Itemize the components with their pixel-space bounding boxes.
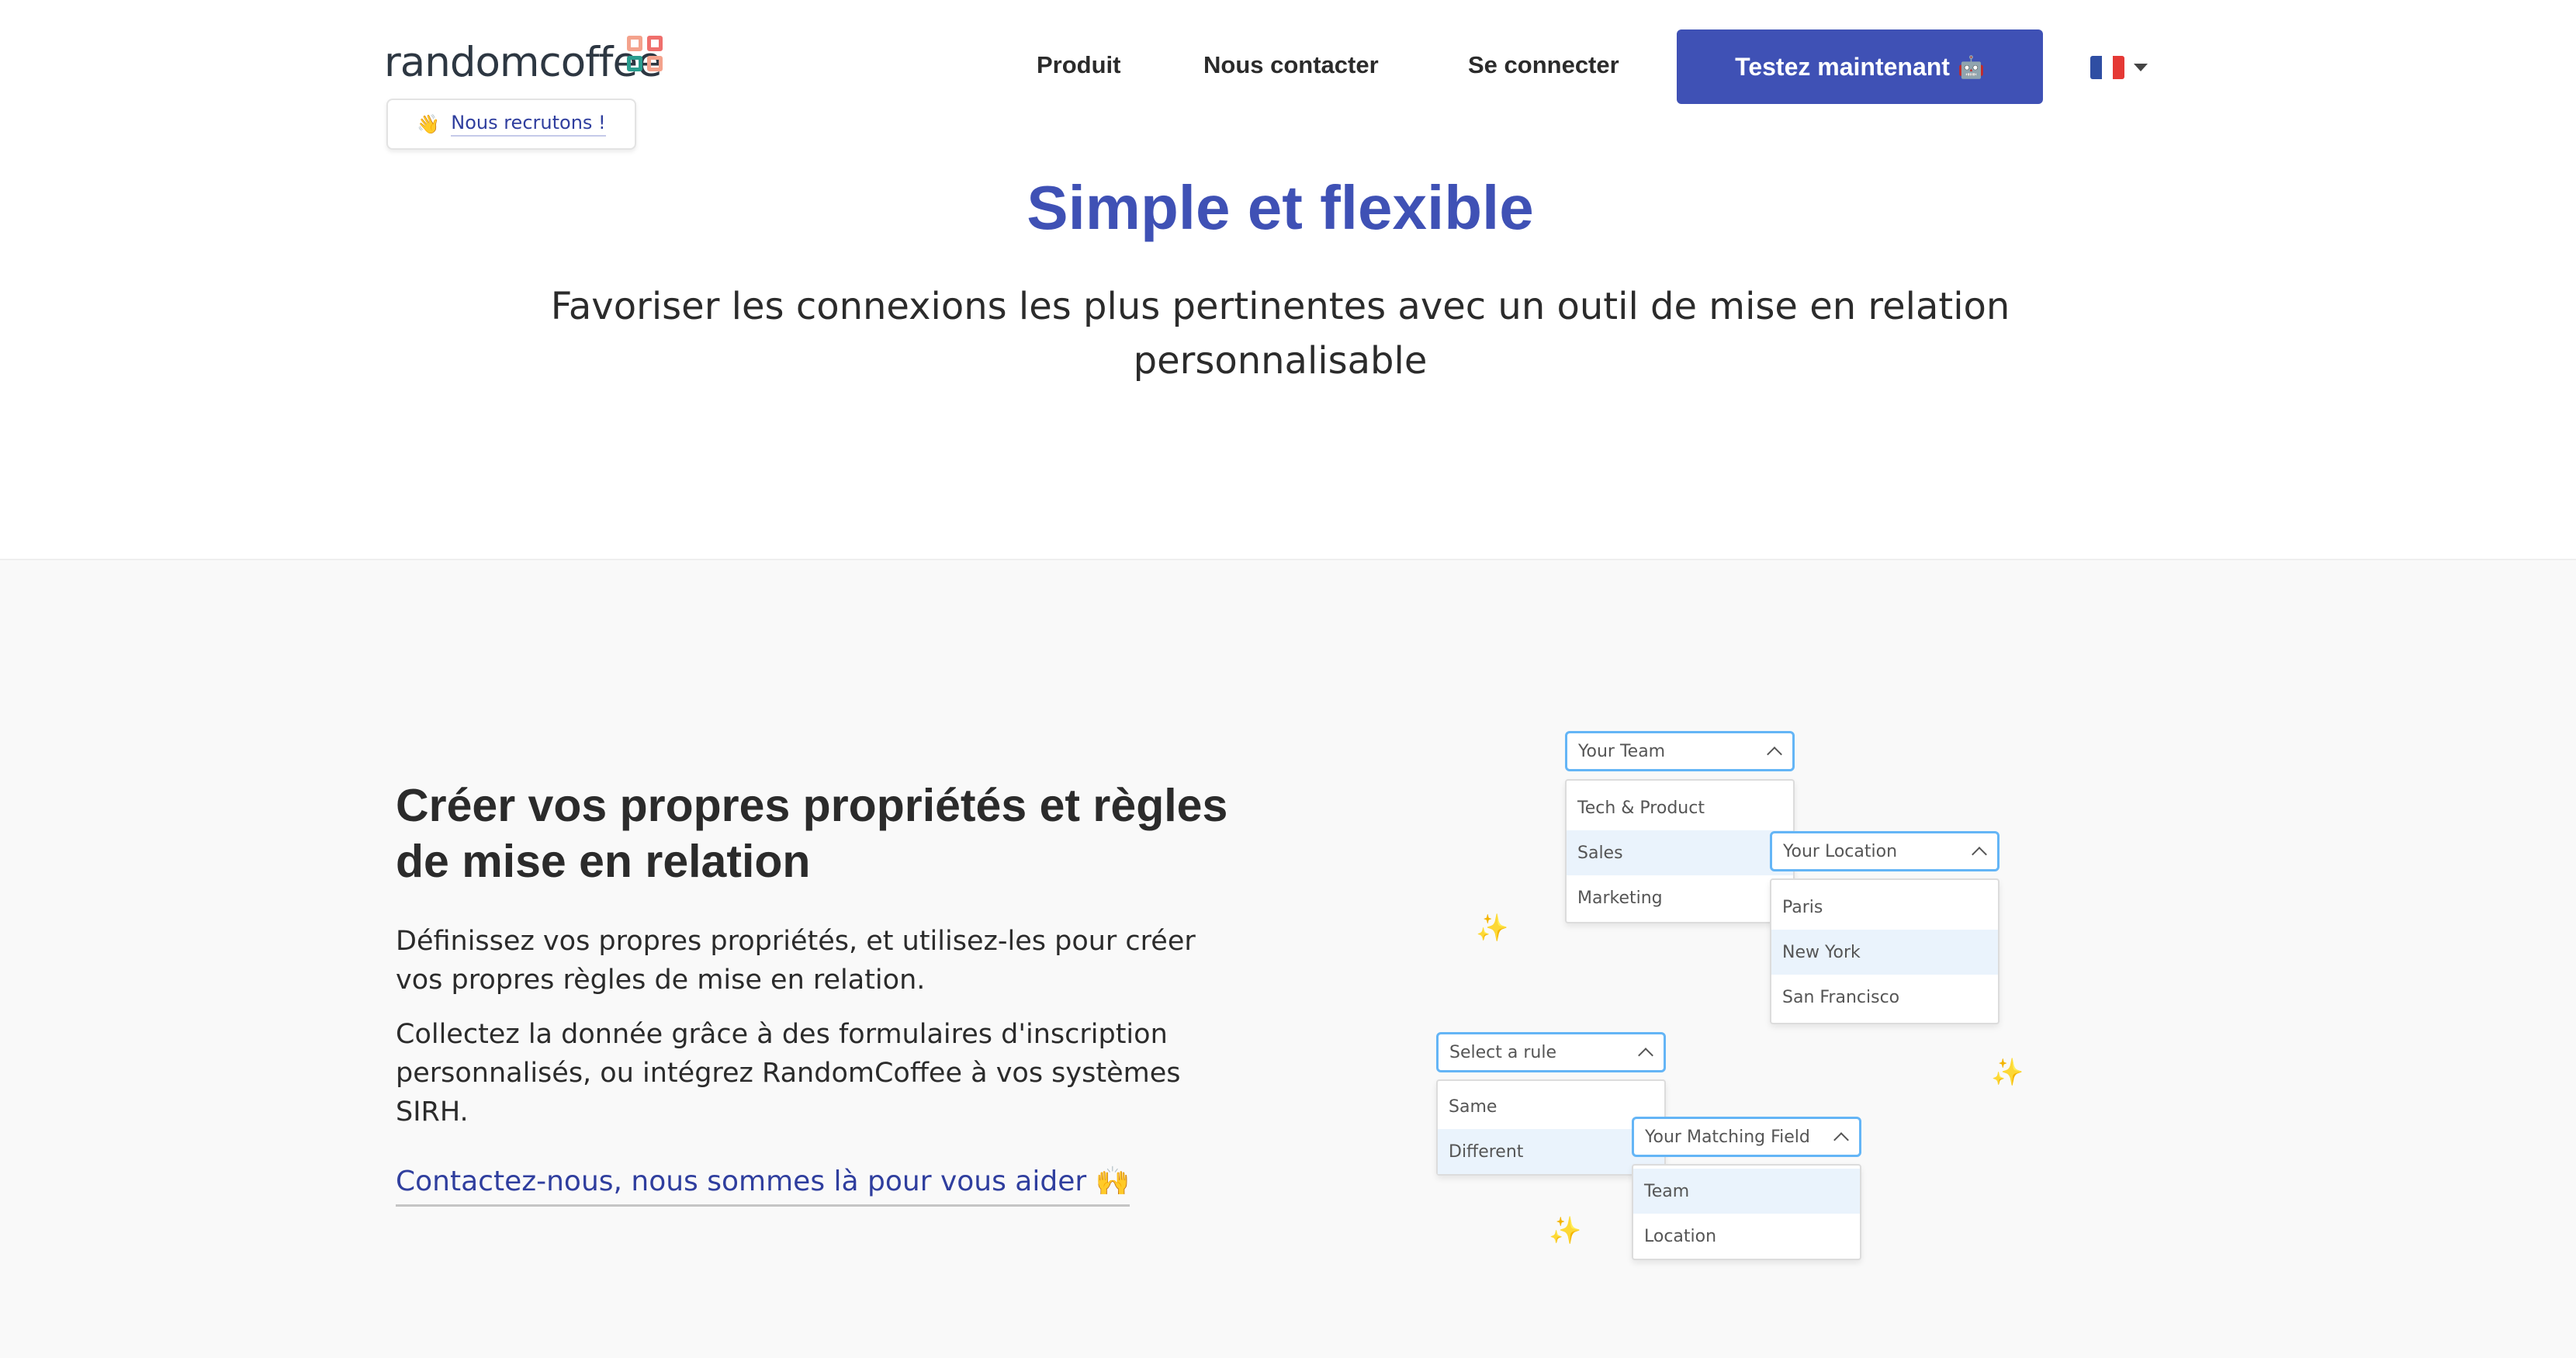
language-caret-icon[interactable] — [2134, 64, 2148, 71]
hero-title: Simple et flexible — [1027, 173, 1534, 242]
sparkle-icon: ✨ — [1476, 913, 1509, 944]
team-option[interactable]: Tech & Product — [1567, 785, 1793, 830]
chevron-up-icon — [1972, 847, 1987, 862]
location-option[interactable]: San Francisco — [1771, 975, 1998, 1020]
logo-icon — [627, 36, 672, 81]
hero-subtitle: Favoriser les connexions les plus pertin… — [550, 285, 2010, 383]
location-option[interactable]: Paris — [1771, 885, 1998, 930]
team-option[interactable]: Marketing — [1567, 875, 1793, 920]
chevron-up-icon — [1638, 1048, 1653, 1063]
feature-paragraph-2: Collectez la donnée grâce à des formulai… — [396, 1019, 1181, 1128]
feature-section — [0, 559, 2576, 1358]
rule-option[interactable]: Same — [1438, 1084, 1664, 1129]
team-dropdown[interactable]: Your Team — [1565, 731, 1795, 771]
matching-field-options: Team Location — [1632, 1164, 1861, 1260]
nav-login[interactable]: Se connecter — [1468, 51, 1619, 79]
try-now-label: Testez maintenant — [1735, 52, 1950, 81]
location-options: Paris New York San Francisco — [1770, 878, 2000, 1024]
contact-link[interactable]: Contactez-nous, nous sommes là pour vous… — [396, 1162, 1130, 1207]
rule-dropdown-label: Select a rule — [1449, 1042, 1556, 1062]
sparkle-icon: ✨ — [1549, 1215, 1582, 1246]
sparkle-icon: ✨ — [1991, 1057, 2024, 1088]
waving-hand-icon: 👋 — [417, 113, 441, 135]
nav-contact[interactable]: Nous contacter — [1203, 51, 1379, 79]
team-option-selected[interactable]: Sales — [1567, 830, 1793, 875]
nav-produit[interactable]: Produit — [1037, 51, 1121, 79]
team-options: Tech & Product Sales Marketing — [1565, 779, 1795, 923]
matching-field-label: Your Matching Field — [1645, 1127, 1810, 1147]
rule-option-selected[interactable]: Different — [1438, 1129, 1664, 1174]
robot-icon: 🤖 — [1957, 54, 1985, 79]
try-now-button[interactable]: Testez maintenant 🤖 — [1677, 29, 2043, 104]
team-dropdown-label: Your Team — [1578, 741, 1666, 761]
feature-title: Créer vos propres propriétés et règles d… — [396, 780, 1228, 887]
matching-option[interactable]: Location — [1633, 1214, 1860, 1259]
french-flag-icon[interactable] — [2090, 56, 2124, 79]
rule-dropdown[interactable]: Select a rule — [1436, 1032, 1666, 1072]
chevron-up-icon — [1767, 747, 1782, 762]
feature-paragraph-1: Définissez vos propres propriétés, et ut… — [396, 926, 1196, 996]
location-dropdown[interactable]: Your Location — [1770, 831, 2000, 871]
location-option-selected[interactable]: New York — [1771, 930, 1998, 975]
logo-wordmark[interactable]: randomcoffee — [384, 39, 663, 86]
chevron-up-icon — [1833, 1132, 1849, 1148]
matching-field-dropdown[interactable]: Your Matching Field — [1632, 1117, 1861, 1157]
recruiting-badge[interactable]: 👋 Nous recrutons ! — [386, 99, 636, 150]
location-dropdown-label: Your Location — [1783, 841, 1898, 861]
matching-option-selected[interactable]: Team — [1633, 1169, 1860, 1214]
recruiting-label: Nous recrutons ! — [451, 112, 606, 137]
